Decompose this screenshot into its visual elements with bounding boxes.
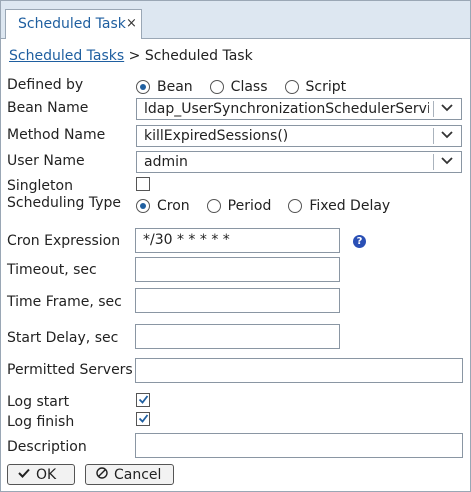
cancel-button-label: Cancel — [114, 466, 162, 483]
user-name-value: admin — [144, 154, 188, 170]
method-name-label: Method Name — [7, 127, 106, 143]
user-name-label: User Name — [7, 153, 85, 169]
tab-bar: Scheduled Task × — [1, 1, 470, 39]
breadcrumb-current: Scheduled Task — [144, 48, 253, 64]
radio-period[interactable] — [206, 199, 221, 213]
checkmark-icon — [18, 467, 30, 482]
permitted-servers-input[interactable] — [135, 358, 463, 383]
cron-expression-input[interactable]: */30 * * * * * — [135, 228, 340, 253]
radio-class[interactable] — [209, 80, 224, 94]
tab-label: Scheduled Task — [18, 16, 126, 32]
help-icon[interactable]: ? — [353, 235, 366, 248]
defined-by-radio-group: Bean Class Script — [136, 79, 363, 95]
start-delay-label: Start Delay, sec — [7, 330, 119, 346]
breadcrumb: Scheduled Tasks > Scheduled Task — [9, 48, 253, 64]
log-start-checkbox[interactable] — [136, 393, 150, 407]
method-name-value: killExpiredSessions() — [144, 128, 289, 144]
cron-expression-label: Cron Expression — [7, 233, 121, 249]
tab-scheduled-task[interactable]: Scheduled Task × — [5, 9, 142, 39]
log-start-label: Log start — [7, 394, 70, 410]
time-frame-label: Time Frame, sec — [7, 294, 122, 310]
chevron-down-icon[interactable] — [434, 99, 461, 119]
log-finish-checkbox[interactable] — [136, 412, 150, 426]
breadcrumb-separator: > — [128, 48, 141, 64]
breadcrumb-link-scheduled-tasks[interactable]: Scheduled Tasks — [9, 48, 124, 64]
radio-bean[interactable] — [136, 80, 150, 94]
cancel-button[interactable]: Cancel — [85, 464, 174, 485]
radio-class-label: Class — [230, 79, 268, 95]
method-name-select[interactable]: killExpiredSessions() — [136, 125, 462, 147]
radio-bean-label: Bean — [157, 79, 193, 95]
radio-script[interactable] — [284, 80, 299, 94]
log-finish-label: Log finish — [7, 414, 75, 430]
chevron-down-icon[interactable] — [434, 152, 461, 172]
time-frame-input[interactable] — [135, 288, 340, 313]
radio-period-label: Period — [227, 198, 272, 214]
singleton-checkbox[interactable] — [136, 177, 150, 191]
bean-name-select[interactable]: ldap_UserSynchronizationSchedulerService — [136, 98, 462, 120]
cancel-icon — [96, 466, 108, 483]
checkmark-icon — [138, 414, 149, 423]
checkmark-icon — [138, 395, 149, 404]
radio-fixed-delay-label: Fixed Delay — [309, 198, 391, 214]
close-icon[interactable]: × — [126, 16, 137, 31]
bean-name-label: Bean Name — [7, 100, 89, 116]
scheduling-type-label: Scheduling Type — [7, 195, 121, 211]
radio-script-label: Script — [305, 79, 347, 95]
radio-fixed-delay[interactable] — [288, 199, 303, 213]
timeout-input[interactable] — [135, 257, 340, 282]
permitted-servers-label: Permitted Servers — [7, 362, 133, 378]
ok-button-label: OK — [36, 466, 57, 483]
user-name-select[interactable]: admin — [136, 151, 462, 173]
defined-by-label: Defined by — [7, 77, 84, 93]
singleton-label: Singleton — [7, 178, 73, 194]
start-delay-input[interactable] — [135, 324, 340, 349]
timeout-label: Timeout, sec — [7, 262, 97, 278]
radio-cron-label: Cron — [157, 198, 190, 214]
cron-expression-value: */30 * * * * * — [143, 232, 230, 248]
chevron-down-icon[interactable] — [434, 126, 461, 146]
bean-name-value: ldap_UserSynchronizationSchedulerService — [144, 101, 429, 117]
scheduling-type-radio-group: Cron Period Fixed Delay — [136, 198, 407, 214]
ok-button[interactable]: OK — [7, 464, 75, 485]
radio-cron[interactable] — [136, 199, 150, 213]
description-input[interactable] — [135, 433, 463, 458]
description-label: Description — [7, 439, 87, 455]
